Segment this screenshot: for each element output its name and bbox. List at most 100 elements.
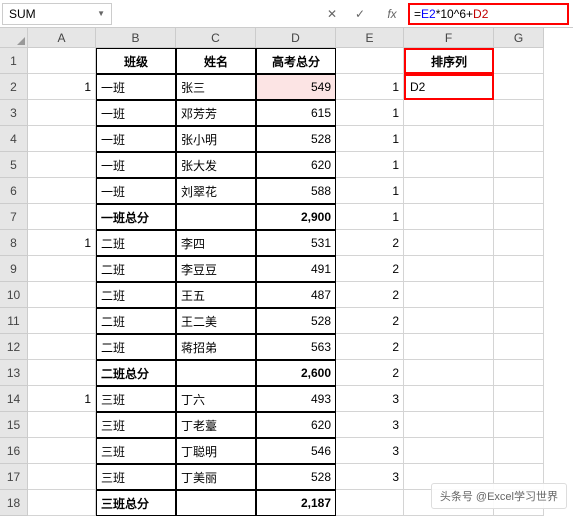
cell-e17[interactable]: 3 — [336, 464, 404, 490]
cell-g1[interactable] — [494, 48, 544, 74]
cell-e14[interactable]: 3 — [336, 386, 404, 412]
cell-g8[interactable] — [494, 230, 544, 256]
row-header-6[interactable]: 6 — [0, 178, 28, 204]
fx-icon[interactable]: fx — [380, 3, 404, 25]
row-header-2[interactable]: 2 — [0, 74, 28, 100]
cell-d17[interactable]: 528 — [256, 464, 336, 490]
col-header-a[interactable]: A — [28, 28, 96, 48]
cell-b15[interactable]: 三班 — [96, 412, 176, 438]
cell-e10[interactable]: 2 — [336, 282, 404, 308]
row-header-16[interactable]: 16 — [0, 438, 28, 464]
cell-e18[interactable] — [336, 490, 404, 516]
cell-g14[interactable] — [494, 386, 544, 412]
cell-c6[interactable]: 刘翠花 — [176, 178, 256, 204]
cell-b13[interactable]: 二班总分 — [96, 360, 176, 386]
col-header-b[interactable]: B — [96, 28, 176, 48]
row-header-14[interactable]: 14 — [0, 386, 28, 412]
cell-a14[interactable]: 1 — [28, 386, 96, 412]
cell-g16[interactable] — [494, 438, 544, 464]
cell-c12[interactable]: 蒋招弟 — [176, 334, 256, 360]
cell-c11[interactable]: 王二美 — [176, 308, 256, 334]
row-header-7[interactable]: 7 — [0, 204, 28, 230]
cell-a4[interactable] — [28, 126, 96, 152]
header-name[interactable]: 姓名 — [176, 48, 256, 74]
cell-d15[interactable]: 620 — [256, 412, 336, 438]
cell-a12[interactable] — [28, 334, 96, 360]
cell-f10[interactable] — [404, 282, 494, 308]
row-header-11[interactable]: 11 — [0, 308, 28, 334]
col-header-c[interactable]: C — [176, 28, 256, 48]
cell-c10[interactable]: 王五 — [176, 282, 256, 308]
cell-a7[interactable] — [28, 204, 96, 230]
cell-a17[interactable] — [28, 464, 96, 490]
row-header-13[interactable]: 13 — [0, 360, 28, 386]
cell-f2-active[interactable]: D2 — [404, 74, 494, 100]
cell-e13[interactable]: 2 — [336, 360, 404, 386]
cell-g10[interactable] — [494, 282, 544, 308]
cell-c4[interactable]: 张小明 — [176, 126, 256, 152]
cell-g13[interactable] — [494, 360, 544, 386]
cell-b18[interactable]: 三班总分 — [96, 490, 176, 516]
cell-d12[interactable]: 563 — [256, 334, 336, 360]
cell-e6[interactable]: 1 — [336, 178, 404, 204]
header-class[interactable]: 班级 — [96, 48, 176, 74]
cell-e16[interactable]: 3 — [336, 438, 404, 464]
name-box[interactable]: SUM ▼ — [2, 3, 112, 25]
cell-a1[interactable] — [28, 48, 96, 74]
cell-a10[interactable] — [28, 282, 96, 308]
cell-f5[interactable] — [404, 152, 494, 178]
cell-c15[interactable]: 丁老薹 — [176, 412, 256, 438]
header-sort[interactable]: 排序列 — [404, 48, 494, 74]
row-header-5[interactable]: 5 — [0, 152, 28, 178]
row-header-1[interactable]: 1 — [0, 48, 28, 74]
cell-f8[interactable] — [404, 230, 494, 256]
select-all-corner[interactable] — [0, 28, 28, 48]
cell-b11[interactable]: 二班 — [96, 308, 176, 334]
cell-f12[interactable] — [404, 334, 494, 360]
cell-e11[interactable]: 2 — [336, 308, 404, 334]
cell-c2[interactable]: 张三 — [176, 74, 256, 100]
cell-f3[interactable] — [404, 100, 494, 126]
cell-a13[interactable] — [28, 360, 96, 386]
header-score[interactable]: 高考总分 — [256, 48, 336, 74]
cell-b2[interactable]: 一班 — [96, 74, 176, 100]
cell-b17[interactable]: 三班 — [96, 464, 176, 490]
cell-g5[interactable] — [494, 152, 544, 178]
cell-b10[interactable]: 二班 — [96, 282, 176, 308]
cell-e12[interactable]: 2 — [336, 334, 404, 360]
cell-g2[interactable] — [494, 74, 544, 100]
cell-b12[interactable]: 二班 — [96, 334, 176, 360]
row-header-3[interactable]: 3 — [0, 100, 28, 126]
row-header-10[interactable]: 10 — [0, 282, 28, 308]
cell-f14[interactable] — [404, 386, 494, 412]
cell-g9[interactable] — [494, 256, 544, 282]
cell-f6[interactable] — [404, 178, 494, 204]
cell-c14[interactable]: 丁六 — [176, 386, 256, 412]
col-header-g[interactable]: G — [494, 28, 544, 48]
row-header-8[interactable]: 8 — [0, 230, 28, 256]
row-header-18[interactable]: 18 — [0, 490, 28, 516]
row-header-9[interactable]: 9 — [0, 256, 28, 282]
cell-d6[interactable]: 588 — [256, 178, 336, 204]
cell-e3[interactable]: 1 — [336, 100, 404, 126]
cell-f15[interactable] — [404, 412, 494, 438]
cell-d10[interactable]: 487 — [256, 282, 336, 308]
cell-d4[interactable]: 528 — [256, 126, 336, 152]
cell-c16[interactable]: 丁聪明 — [176, 438, 256, 464]
col-header-f[interactable]: F — [404, 28, 494, 48]
cell-c7[interactable] — [176, 204, 256, 230]
cell-a5[interactable] — [28, 152, 96, 178]
row-header-12[interactable]: 12 — [0, 334, 28, 360]
cell-d8[interactable]: 531 — [256, 230, 336, 256]
cell-c5[interactable]: 张大发 — [176, 152, 256, 178]
cell-a8[interactable]: 1 — [28, 230, 96, 256]
cell-d3[interactable]: 615 — [256, 100, 336, 126]
cancel-icon[interactable]: ✕ — [320, 3, 344, 25]
col-header-d[interactable]: D — [256, 28, 336, 48]
confirm-icon[interactable]: ✓ — [348, 3, 372, 25]
cell-a11[interactable] — [28, 308, 96, 334]
cell-f9[interactable] — [404, 256, 494, 282]
cell-e7[interactable]: 1 — [336, 204, 404, 230]
cell-e1[interactable] — [336, 48, 404, 74]
cell-d18[interactable]: 2,187 — [256, 490, 336, 516]
